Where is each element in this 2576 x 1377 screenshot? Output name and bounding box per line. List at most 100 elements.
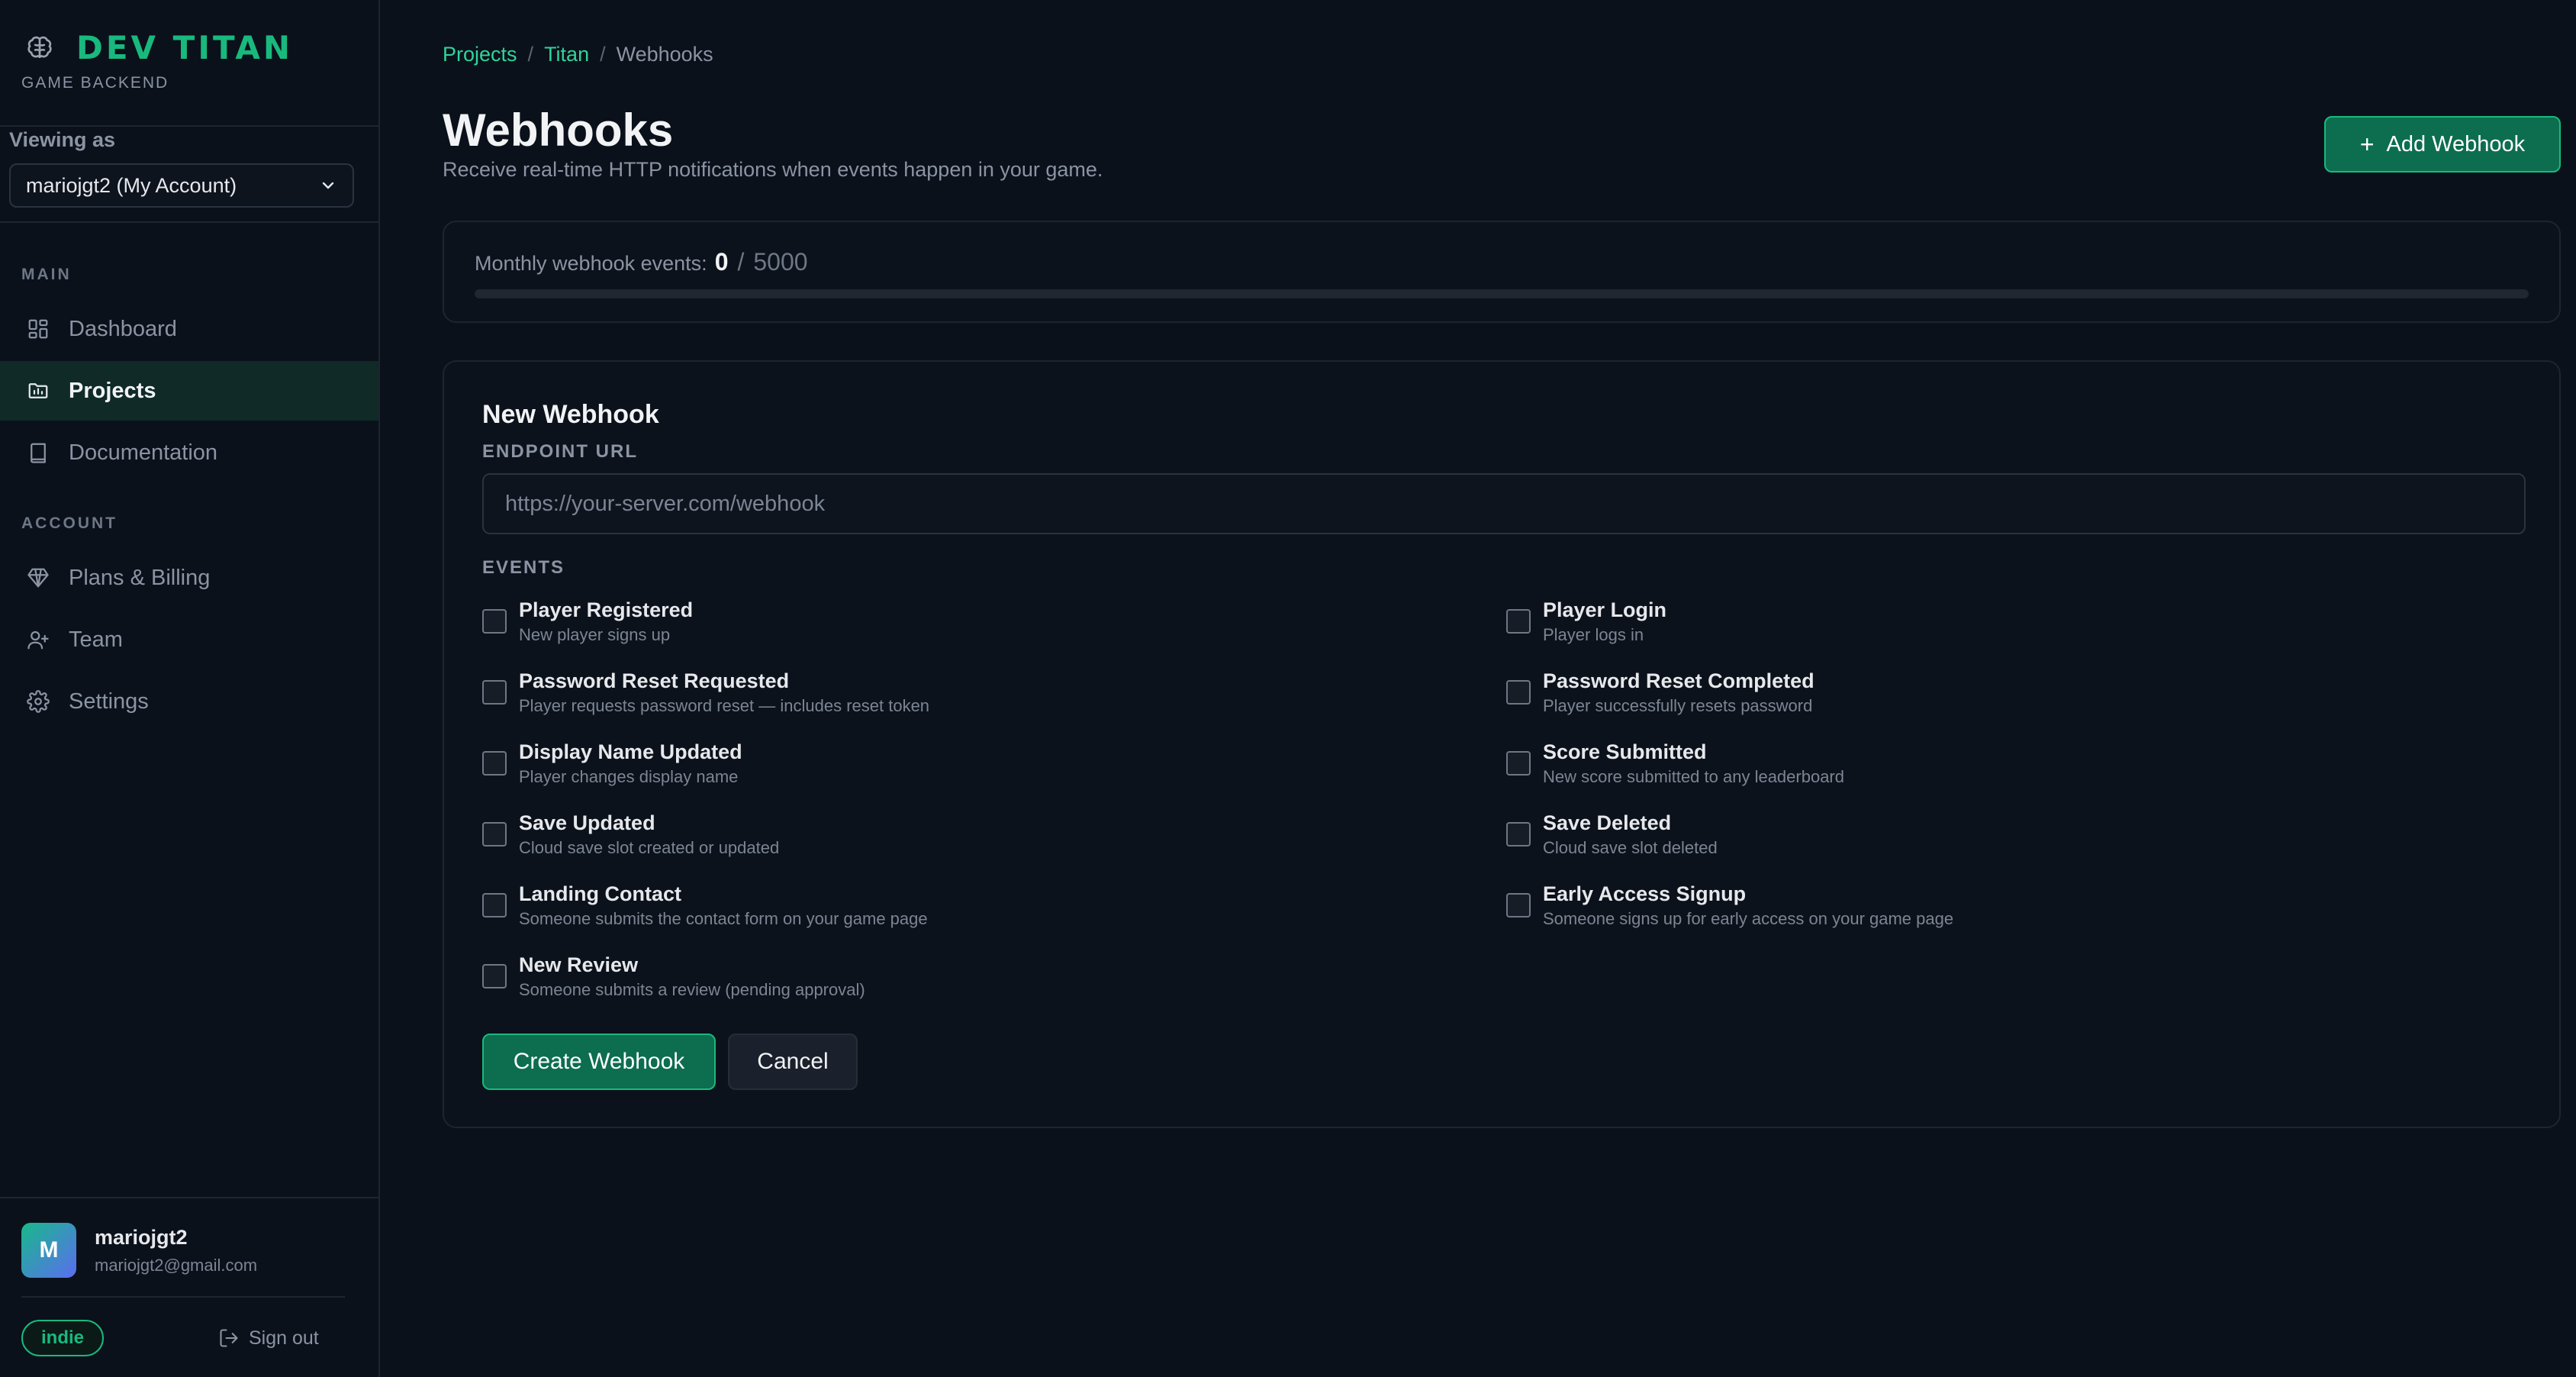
sidebar-divider xyxy=(0,1197,380,1198)
event-checkbox[interactable] xyxy=(1506,822,1531,847)
usage-card: Monthly webhook events: 0 / 5000 xyxy=(443,221,2561,323)
breadcrumb-separator: / xyxy=(527,43,534,66)
dashboard-icon xyxy=(26,317,50,341)
create-webhook-button[interactable]: Create Webhook xyxy=(482,1034,716,1090)
event-texts: Player Registered New player signs up xyxy=(519,598,693,645)
event-name: Save Updated xyxy=(519,811,655,834)
usage-text: Monthly webhook events: 0 / 5000 xyxy=(475,248,808,276)
user-email: mariojgt2@gmail.com xyxy=(95,1255,258,1275)
event-texts: Display Name Updated Player changes displ… xyxy=(519,740,742,787)
event-name: New Review xyxy=(519,953,639,976)
breadcrumb-projects[interactable]: Projects xyxy=(443,43,517,66)
usage-limit: 5000 xyxy=(753,248,808,276)
event-checkbox-item[interactable]: Early Access Signup Someone signs up for … xyxy=(1506,882,1953,929)
endpoint-url-label: ENDPOINT URL xyxy=(482,441,638,462)
sidebar-divider xyxy=(0,221,380,223)
event-texts: Save Updated Cloud save slot created or u… xyxy=(519,811,779,858)
event-checkbox-item[interactable]: Password Reset Requested Player requests … xyxy=(482,669,929,716)
event-checkbox-item[interactable]: Password Reset Completed Player successfu… xyxy=(1506,669,1814,716)
user-name: mariojgt2 xyxy=(95,1225,188,1249)
event-texts: Password Reset Requested Player requests … xyxy=(519,669,929,716)
event-texts: Landing Contact Someone submits the conta… xyxy=(519,882,928,929)
sign-out-label: Sign out xyxy=(249,1327,319,1349)
event-checkbox[interactable] xyxy=(482,893,507,917)
usage-progress-track xyxy=(475,289,2529,298)
event-name: Save Deleted xyxy=(1543,811,1672,834)
event-checkbox[interactable] xyxy=(482,609,507,634)
events-label: EVENTS xyxy=(482,557,565,578)
breadcrumb: Projects / Titan / Webhooks xyxy=(443,43,713,66)
event-description: New score submitted to any leaderboard xyxy=(1543,767,1844,786)
event-description: Player requests password reset — include… xyxy=(519,696,930,715)
app-root: DEV TITAN GAME BACKEND Viewing as marioj… xyxy=(0,0,2576,1377)
event-checkbox-item[interactable]: Landing Contact Someone submits the conta… xyxy=(482,882,928,929)
add-webhook-label: Add Webhook xyxy=(2386,131,2526,156)
event-name: Score Submitted xyxy=(1543,740,1707,763)
brand: DEV TITAN GAME BACKEND xyxy=(21,29,293,92)
event-checkbox[interactable] xyxy=(482,822,507,847)
event-texts: Early Access Signup Someone signs up for … xyxy=(1543,882,1953,929)
sidebar-divider xyxy=(0,125,380,127)
event-checkbox[interactable] xyxy=(1506,609,1531,634)
cancel-button[interactable]: Cancel xyxy=(728,1034,858,1090)
new-webhook-form: New Webhook ENDPOINT URL EVENTS Player R… xyxy=(443,360,2561,1128)
account-select[interactable]: mariojgt2 (My Account) xyxy=(9,163,354,208)
user-meta: mariojgt2 mariojgt2@gmail.com xyxy=(95,1226,257,1275)
event-checkbox-item[interactable]: Save Deleted Cloud save slot deleted xyxy=(1506,811,1718,858)
event-checkbox[interactable] xyxy=(1506,893,1531,917)
sidebar-item-label: Dashboard xyxy=(69,316,177,341)
brand-name: DEV TITAN xyxy=(76,29,294,66)
sidebar-item-label: Documentation xyxy=(69,440,218,465)
user-card: M mariojgt2 mariojgt2@gmail.com xyxy=(21,1223,257,1278)
event-checkbox-item[interactable]: Display Name Updated Player changes displ… xyxy=(482,740,742,787)
breadcrumb-titan[interactable]: Titan xyxy=(544,43,589,66)
sidebar-item-settings[interactable]: Settings xyxy=(0,672,378,731)
sidebar-item-label: Team xyxy=(69,627,123,652)
event-checkbox[interactable] xyxy=(482,964,507,988)
usage-label: Monthly webhook events: xyxy=(475,252,707,275)
event-checkbox[interactable] xyxy=(1506,680,1531,705)
book-icon xyxy=(26,440,50,465)
event-checkbox-item[interactable]: New Review Someone submits a review (pend… xyxy=(482,953,865,1000)
event-checkbox-item[interactable]: Player Registered New player signs up xyxy=(482,598,693,645)
event-description: Someone submits a review (pending approv… xyxy=(519,980,865,999)
event-description: Cloud save slot created or updated xyxy=(519,838,780,857)
page-subtitle: Receive real-time HTTP notifications whe… xyxy=(443,158,1103,181)
sidebar-item-team[interactable]: Team xyxy=(0,610,378,669)
brand-row: DEV TITAN xyxy=(21,29,293,66)
endpoint-url-input[interactable] xyxy=(482,473,2526,534)
event-checkbox[interactable] xyxy=(482,751,507,776)
sidebar-item-projects[interactable]: Projects xyxy=(0,361,378,421)
event-checkbox-item[interactable]: Save Updated Cloud save slot created or u… xyxy=(482,811,779,858)
user-plus-icon xyxy=(26,627,50,652)
brain-icon xyxy=(21,30,58,66)
chevron-down-icon xyxy=(319,176,337,195)
event-checkbox[interactable] xyxy=(1506,751,1531,776)
plan-badge: indie xyxy=(21,1320,105,1356)
event-description: New player signs up xyxy=(519,625,671,644)
sidebar-item-label: Plans & Billing xyxy=(69,565,211,590)
event-texts: New Review Someone submits a review (pend… xyxy=(519,953,865,1000)
event-checkbox[interactable] xyxy=(482,680,507,705)
brand-subtitle: GAME BACKEND xyxy=(21,74,169,92)
folder-icon xyxy=(26,379,50,403)
user-divider xyxy=(21,1296,345,1298)
add-webhook-button[interactable]: + Add Webhook xyxy=(2324,116,2561,173)
sidebar-item-dashboard[interactable]: Dashboard xyxy=(0,299,378,359)
section-label-account: ACCOUNT xyxy=(21,514,118,532)
event-description: Player logs in xyxy=(1543,625,1644,644)
event-name: Early Access Signup xyxy=(1543,882,1747,905)
sidebar-item-plans-billing[interactable]: Plans & Billing xyxy=(0,548,378,608)
event-checkbox-item[interactable]: Player Login Player logs in xyxy=(1506,598,1666,645)
section-label-main: MAIN xyxy=(21,266,72,283)
breadcrumb-separator: / xyxy=(600,43,606,66)
form-title: New Webhook xyxy=(482,400,659,429)
event-name: Password Reset Completed xyxy=(1543,669,1814,692)
event-description: Someone signs up for early access on you… xyxy=(1543,909,1954,928)
breadcrumb-current: Webhooks xyxy=(616,43,713,66)
sign-out-button[interactable]: Sign out xyxy=(218,1320,319,1356)
event-description: Player changes display name xyxy=(519,767,739,786)
event-checkbox-item[interactable]: Score Submitted New score submitted to an… xyxy=(1506,740,1844,787)
sidebar-item-documentation[interactable]: Documentation xyxy=(0,423,378,482)
sidebar-item-label: Settings xyxy=(69,688,149,714)
